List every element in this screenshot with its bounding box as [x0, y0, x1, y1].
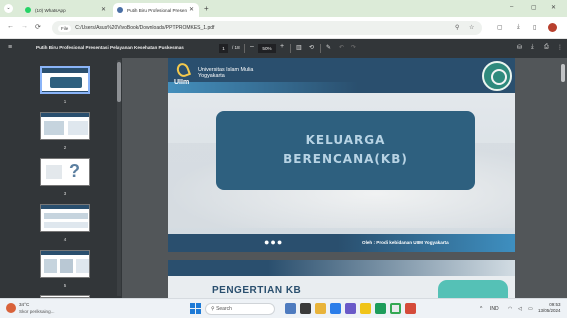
- address-row: ← → ⟳ File C:/Users/Asus%20VivoBook/Down…: [0, 17, 567, 39]
- zoom-icon[interactable]: ⚲: [455, 24, 459, 31]
- whatsapp-icon: [25, 7, 31, 13]
- close-tab-icon[interactable]: ✕: [189, 6, 194, 13]
- taskbar: 34°C Skor periksaing... ⚲ Search ^ IND ◠…: [0, 298, 567, 318]
- tray-chevron-icon[interactable]: ^: [480, 306, 482, 312]
- extensions-icon[interactable]: ▢: [497, 24, 503, 31]
- tab-label: Putih Biru Profesional Presen: [127, 7, 188, 13]
- tab-search-icon[interactable]: ⌄: [4, 4, 13, 13]
- document-title: Putih Biru Profesional Presentasi Pelaya…: [36, 45, 184, 50]
- thumbnail-number: 1: [63, 99, 67, 104]
- divider: [290, 44, 291, 53]
- slide-title: KELUARGA BERENCANA(KB): [283, 133, 408, 166]
- profile-avatar[interactable]: [548, 23, 557, 32]
- rotate-icon[interactable]: ⟲: [309, 44, 314, 51]
- dots-decoration: ●●●: [264, 237, 284, 247]
- pdf-viewer: 1 2 ? 3 4 5 UIIm Universitas Islam Mulia…: [0, 58, 567, 298]
- taskbar-search[interactable]: ⚲ Search: [205, 303, 275, 315]
- sidebar-icon[interactable]: ▯: [533, 24, 536, 31]
- save-icon[interactable]: ⛁: [517, 44, 522, 51]
- widgets-icon[interactable]: [285, 303, 296, 314]
- decoration: [438, 280, 508, 298]
- thumbnail-page-5[interactable]: [40, 250, 90, 278]
- weather-icon: [6, 303, 16, 313]
- thumbnail-number: 4: [63, 237, 67, 242]
- task-view-icon[interactable]: [300, 303, 311, 314]
- thumbnail-number: 3: [63, 191, 67, 196]
- minimize-button[interactable]: –: [510, 4, 513, 10]
- pdf-tab-icon: [117, 7, 123, 13]
- battery-icon[interactable]: ▭: [528, 306, 533, 312]
- tab-label: (10) WhatsApp: [35, 7, 66, 13]
- zoom-input[interactable]: 50%: [258, 44, 276, 53]
- draw-icon[interactable]: ✎: [326, 44, 331, 51]
- viewer-scrollbar[interactable]: [561, 60, 566, 298]
- fit-page-icon[interactable]: ▥: [296, 44, 302, 51]
- page-number-input[interactable]: 1: [219, 44, 228, 53]
- address-bar[interactable]: File C:/Users/Asus%20VivoBook/Downloads/…: [52, 21, 482, 35]
- back-icon[interactable]: ←: [7, 23, 14, 30]
- print-icon[interactable]: ⎙: [544, 44, 549, 51]
- download-pdf-icon[interactable]: ⤓: [531, 44, 534, 51]
- forward-icon[interactable]: →: [21, 23, 28, 30]
- url-text: C:/Users/Asus%20VivoBook/Downloads/PPTPR…: [75, 25, 215, 31]
- download-icon[interactable]: ⤓: [517, 24, 520, 31]
- slide-1: UIIm Universitas Islam Mulia Yogyakarta …: [168, 58, 515, 252]
- faculty-badge-icon: [482, 61, 512, 91]
- whatsapp-taskbar-icon[interactable]: [375, 303, 386, 314]
- slide-footer: ●●● Oleh : Prodi kebidanan UIIM Yogyakar…: [168, 234, 515, 252]
- browser-tabbar: ⌄ (10) WhatsApp ✕ Putih Biru Profesional…: [0, 0, 567, 17]
- file-chip: File: [58, 24, 72, 32]
- powerpoint-icon[interactable]: [405, 303, 416, 314]
- title-box: KELUARGA BERENCANA(KB): [216, 111, 475, 190]
- zoom-in-button[interactable]: +: [280, 43, 284, 50]
- clock[interactable]: 09:53 13/05/2024: [538, 302, 561, 314]
- reload-icon[interactable]: ⟳: [35, 23, 41, 31]
- volume-icon[interactable]: ◁: [518, 306, 522, 312]
- language-indicator[interactable]: IND: [490, 306, 499, 312]
- chrome-icon[interactable]: [390, 303, 401, 314]
- thumbnail-number: 5: [63, 283, 67, 288]
- app-icon[interactable]: [360, 303, 371, 314]
- thumbnail-number: 2: [63, 145, 67, 150]
- tab-pdf[interactable]: Putih Biru Profesional Presen ✕: [113, 3, 199, 17]
- file-explorer-icon[interactable]: [315, 303, 326, 314]
- redo-icon[interactable]: ↷: [351, 44, 356, 51]
- wifi-icon[interactable]: ◠: [508, 306, 512, 312]
- more-options-icon[interactable]: ⋮: [557, 44, 563, 51]
- new-tab-button[interactable]: +: [204, 4, 209, 13]
- thumbnail-page-4[interactable]: [40, 204, 90, 232]
- university-name: Universitas Islam Mulia Yogyakarta: [198, 67, 254, 79]
- slide-2: PENGERTIAN KB: [168, 260, 515, 298]
- bookmark-star-icon[interactable]: ☆: [469, 24, 474, 31]
- sidebar-scrollbar[interactable]: [117, 60, 121, 296]
- slide-title: PENGERTIAN KB: [212, 285, 302, 296]
- thumbnail-page-3[interactable]: ?: [40, 158, 90, 186]
- thumbnail-page-1[interactable]: [40, 66, 90, 94]
- author-text: Oleh : Prodi kebidanan UIIM Yogyakarta: [362, 240, 449, 245]
- slide-header: [168, 260, 515, 276]
- close-window-button[interactable]: ✕: [551, 4, 556, 11]
- store-icon[interactable]: [345, 303, 356, 314]
- edge-icon[interactable]: [330, 303, 341, 314]
- maximize-button[interactable]: ▢: [531, 4, 537, 11]
- windows-start-icon[interactable]: [190, 303, 201, 314]
- undo-icon[interactable]: ↶: [339, 44, 344, 51]
- screen: ⌄ (10) WhatsApp ✕ Putih Biru Profesional…: [0, 0, 567, 318]
- page-total: / 18: [232, 45, 240, 50]
- pdf-toolbar: ≡ Putih Biru Profesional Presentasi Pela…: [0, 39, 567, 58]
- zoom-out-button[interactable]: –: [250, 43, 254, 50]
- thumbnail-sidebar: 1 2 ? 3 4 5: [0, 58, 122, 298]
- menu-icon[interactable]: ≡: [8, 44, 12, 51]
- close-tab-icon[interactable]: ✕: [101, 6, 106, 13]
- divider: [244, 44, 245, 53]
- weather-widget[interactable]: 34°C Skor periksaing...: [6, 302, 66, 317]
- tab-whatsapp[interactable]: (10) WhatsApp ✕: [21, 3, 111, 17]
- university-logo: UIIm: [174, 61, 194, 89]
- thumbnail-page-2[interactable]: [40, 112, 90, 140]
- divider: [320, 44, 321, 53]
